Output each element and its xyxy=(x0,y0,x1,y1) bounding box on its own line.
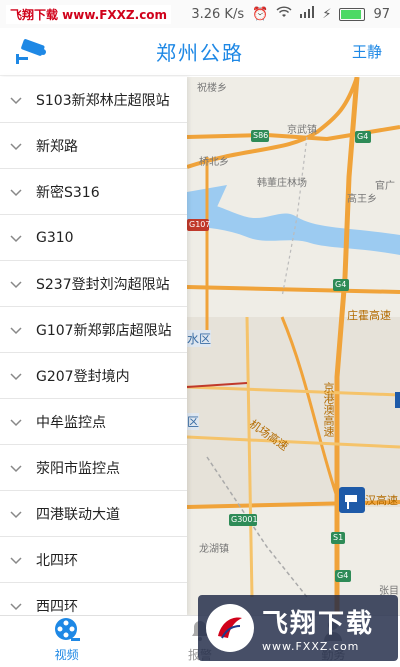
chevron-down-icon xyxy=(10,188,22,196)
map-label: 官广 xyxy=(375,181,395,192)
chevron-down-icon xyxy=(10,464,22,472)
chevron-down-icon xyxy=(10,326,22,334)
chevron-down-icon xyxy=(10,510,22,518)
map-label: 高王乡 xyxy=(347,194,377,205)
map-label: 庄霍高速 xyxy=(347,309,391,322)
map-label: 桥北乡 xyxy=(199,157,229,168)
list-item-label: G107新郑郭店超限站 xyxy=(36,322,172,339)
list-item[interactable]: 新密S316 xyxy=(0,169,187,215)
chevron-down-icon xyxy=(10,418,22,426)
status-indicators: 3.26 K/s ⏰ ⚡ 97 xyxy=(191,6,390,22)
chevron-down-icon xyxy=(10,556,22,564)
list-item-label: 西四环 xyxy=(36,598,78,615)
map-label: G3001 xyxy=(231,515,258,524)
battery-icon xyxy=(339,7,366,21)
page-title: 郑州公路 xyxy=(156,41,244,65)
list-item-label: 四港联动大道 xyxy=(36,506,120,523)
list-item-label: G207登封境内 xyxy=(36,368,130,385)
list-item[interactable]: 北四环 xyxy=(0,537,187,583)
list-item-label: 中牟监控点 xyxy=(36,414,106,431)
map-label: 区 xyxy=(187,413,200,430)
watermark-text: 飞翔下载 www.FXXZ.com xyxy=(6,4,172,24)
map-label: S1 xyxy=(333,533,344,542)
list-item[interactable]: S237登封刘沟超限站 xyxy=(0,261,187,307)
list-item-label: 新郑路 xyxy=(36,138,78,155)
list-item-label: S103新郑林庄超限站 xyxy=(36,92,170,109)
tab-label: 视频 xyxy=(54,648,79,662)
map-label: 京港澳高速 xyxy=(322,382,335,437)
map-label: 汉高速 xyxy=(365,494,398,507)
map-label: S86 xyxy=(253,131,269,140)
chevron-down-icon xyxy=(10,280,22,288)
chevron-down-icon xyxy=(10,372,22,380)
network-speed: 3.26 K/s xyxy=(191,6,245,22)
list-item-label: G310 xyxy=(36,229,74,246)
list-item[interactable]: 西四环 xyxy=(0,583,187,615)
list-item[interactable]: 中牟监控点 xyxy=(0,399,187,445)
chevron-down-icon xyxy=(10,234,22,242)
watermark-url: www.FXXZ.com xyxy=(262,640,360,653)
app-header: 郑州公路 王静 xyxy=(0,28,400,76)
wifi-icon xyxy=(276,6,292,22)
list-item[interactable]: G107新郑郭店超限站 xyxy=(0,307,187,353)
map-label: 祝楼乡 xyxy=(197,83,227,94)
map-label: 京武镇 xyxy=(287,125,317,136)
site-list-drawer: S103新郑林庄超限站 新郑路 新密S316 G310 S237登封刘沟超限站 … xyxy=(0,77,187,615)
watermark-title: 飞翔下载 xyxy=(262,609,375,639)
list-item[interactable]: G207登封境内 xyxy=(0,353,187,399)
map-label: 龙湖镇 xyxy=(199,544,229,555)
watermark-overlay: 飞翔下载 www.FXXZ.com xyxy=(198,595,398,661)
chevron-down-icon xyxy=(10,142,22,150)
list-item-label: 荥阳市监控点 xyxy=(36,460,120,477)
map-label: 水区 xyxy=(187,330,212,347)
camera-marker-edge[interactable] xyxy=(395,392,400,408)
alarm-icon: ⏰ xyxy=(252,6,269,22)
signal-icon xyxy=(300,6,315,22)
list-item[interactable]: 四港联动大道 xyxy=(0,491,187,537)
map-label: 韩董庄林场 xyxy=(257,178,307,189)
charging-icon: ⚡ xyxy=(322,6,332,22)
list-item-label: 北四环 xyxy=(36,552,78,569)
list-item-label: S237登封刘沟超限站 xyxy=(36,276,170,293)
list-item[interactable]: G310 xyxy=(0,215,187,261)
tab-video[interactable]: 视频 xyxy=(0,616,133,667)
map-label: G107 xyxy=(189,220,211,229)
chevron-down-icon xyxy=(10,96,22,104)
user-name[interactable]: 王静 xyxy=(352,41,382,62)
film-reel-icon xyxy=(54,618,80,641)
river xyxy=(187,202,400,255)
chevron-down-icon xyxy=(10,602,22,610)
list-item-label: 新密S316 xyxy=(36,184,100,201)
list-item[interactable]: 荥阳市监控点 xyxy=(0,445,187,491)
map-label: G4 xyxy=(337,571,349,580)
map-label: G4 xyxy=(357,132,369,141)
status-bar: 飞翔下载 www.FXXZ.com 3.26 K/s ⏰ ⚡ 97 xyxy=(0,0,400,28)
list-item[interactable]: 新郑路 xyxy=(0,123,187,169)
watermark-logo-icon xyxy=(206,604,254,652)
battery-level: 97 xyxy=(373,6,390,22)
highway-east xyxy=(187,285,400,294)
list-item[interactable]: S103新郑林庄超限站 xyxy=(0,77,187,123)
map-label: G4 xyxy=(335,280,347,289)
map-view[interactable]: 祝楼乡 S86 京武镇 G4 桥北乡 韩董庄林场 官广 高王乡 G107 G4 … xyxy=(187,77,400,615)
